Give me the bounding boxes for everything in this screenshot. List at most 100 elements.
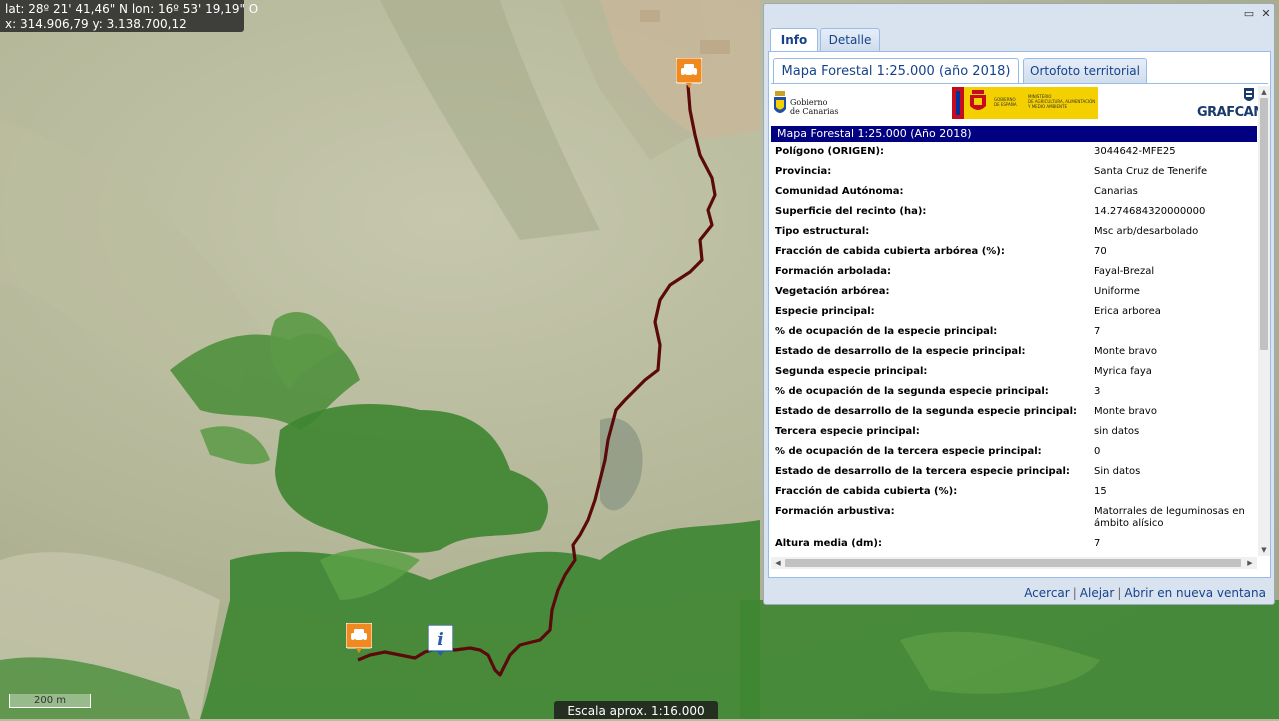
open-new-window-link[interactable]: Abrir en nueva ventana (1124, 586, 1266, 600)
layer-tab-strip (771, 83, 1268, 84)
row-value: Monte bravo (1094, 346, 1157, 357)
row-label: % de ocupación de la segunda especie pri… (775, 386, 1049, 397)
table-row: Tipo estructural: Msc arb/desarbolado (771, 222, 1257, 242)
canarias-shield-icon (774, 91, 786, 113)
row-value: 3044642-MFE25 (1094, 146, 1176, 157)
row-value: 14.274684320000000 (1094, 206, 1206, 217)
svg-text:i: i (437, 630, 443, 650)
table-row: Segunda especie principal: Myrica faya (771, 362, 1257, 382)
row-label: Estado de desarrollo de la segunda espec… (775, 406, 1078, 417)
row-value: sin datos (1094, 426, 1140, 437)
row-label: Comunidad Autónoma: (775, 186, 904, 197)
row-value: 3 (1094, 386, 1101, 397)
tab-info[interactable]: Info (770, 28, 818, 53)
horizontal-scrollbar[interactable]: ◀ ▶ (771, 557, 1257, 569)
table-row: Especie principal: Erica arborea (771, 302, 1257, 322)
hscroll-thumb[interactable] (785, 559, 1241, 567)
parking-marker-top[interactable] (675, 57, 703, 88)
gobierno-line1: Gobierno (790, 98, 828, 107)
eu-stripe (956, 91, 960, 115)
row-label: Formación arbustiva: (775, 506, 895, 517)
info-icon: i (427, 624, 454, 656)
row-value: 7 (1094, 326, 1101, 337)
coordinate-readout: lat: 28º 21' 41,46" N lon: 16º 53' 19,19… (0, 0, 258, 32)
ministry-line5: Y MEDIO AMBIENTE (1028, 104, 1067, 109)
table-row: % de ocupación de la tercera especie pri… (771, 442, 1257, 462)
row-label: Provincia: (775, 166, 832, 177)
row-value: Santa Cruz de Tenerife (1094, 166, 1208, 177)
table-title: Mapa Forestal 1:25.000 (Año 2018) (771, 126, 1257, 142)
gobierno-canarias-logo: Gobierno de Canarias (773, 89, 843, 119)
row-label: Formación arbolada: (775, 266, 892, 277)
row-label: Estado de desarrollo de la tercera espec… (775, 466, 1070, 477)
table-row: Comunidad Autónoma: Canarias (771, 182, 1257, 202)
row-label: Especie principal: (775, 306, 875, 317)
table-row: Superficie del recinto (ha): 14.274684320… (771, 202, 1257, 222)
scroll-left-icon[interactable]: ◀ (772, 559, 784, 567)
scale-bar: 200 m (9, 694, 91, 708)
spain-shield-icon (970, 90, 986, 110)
tab-mapa-forestal[interactable]: Mapa Forestal 1:25.000 (año 2018) (773, 58, 1019, 84)
row-value: Myrica faya (1094, 366, 1152, 377)
zoom-out-link[interactable]: Alejar (1080, 586, 1115, 600)
maximize-icon[interactable]: ▭ (1243, 8, 1255, 20)
row-label: % de ocupación de la tercera especie pri… (775, 446, 1042, 457)
table-row: Polígono (ORIGEN): 3044642-MFE25 (771, 142, 1257, 162)
car-icon (675, 57, 703, 88)
grafcan-text: GRAFCAN (1197, 105, 1264, 120)
row-value: 70 (1094, 246, 1107, 257)
row-value: Uniforme (1094, 286, 1140, 297)
row-value: 7 (1094, 538, 1101, 549)
ministerio-logo: GOBIERNO DE ESPAÑA MINISTERIO DE AGRICUL… (952, 87, 1098, 119)
zoom-in-link[interactable]: Acercar (1024, 586, 1070, 600)
info-content: Mapa Forestal 1:25.000 (año 2018) Ortofo… (768, 52, 1271, 578)
ministry-line2: DE ESPAÑA (994, 102, 1017, 107)
table-row: Altura media (dm): 7 (771, 534, 1257, 554)
scroll-right-icon[interactable]: ▶ (1244, 559, 1256, 567)
row-label: Segunda especie principal: (775, 366, 928, 377)
scroll-up-icon[interactable]: ▲ (1258, 88, 1270, 96)
table-row: Provincia: Santa Cruz de Tenerife (771, 162, 1257, 182)
row-label: Polígono (ORIGEN): (775, 146, 885, 157)
scale-text: Escala aprox. 1:16.000 (554, 701, 718, 719)
row-value: Canarias (1094, 186, 1138, 197)
separator: | (1072, 586, 1077, 600)
logos-bar: Gobierno de Canarias GOBIERNO DE ESPAÑA … (771, 86, 1264, 124)
row-value: Erica arborea (1094, 306, 1161, 317)
grafcan-mark-icon (1244, 88, 1254, 101)
parking-marker-bottom[interactable] (345, 622, 373, 653)
row-label: Fracción de cabida cubierta arbórea (%): (775, 246, 1005, 257)
info-panel: ▭ ✕ Info Detalle Mapa Forestal 1:25.000 … (763, 3, 1275, 605)
tab-ortofoto[interactable]: Ortofoto territorial (1023, 58, 1147, 84)
table-row: Formación arbolada: Fayal-Brezal (771, 262, 1257, 282)
table-row: Estado de desarrollo de la tercera espec… (771, 462, 1257, 482)
row-label: Vegetación arbórea: (775, 286, 890, 297)
table-row: Formación arbustiva: Matorrales de legumi… (771, 502, 1257, 534)
table-row: Vegetación arbórea: Uniforme (771, 282, 1257, 302)
table-row: Tercera especie principal: sin datos (771, 422, 1257, 442)
table-row: Fracción de cabida cubierta (%): 15 (771, 482, 1257, 502)
row-value: Fayal-Brezal (1094, 266, 1155, 277)
panel-header: ▭ ✕ (764, 4, 1274, 24)
row-label: Fracción de cabida cubierta (%): (775, 486, 958, 497)
gobierno-line2: de Canarias (790, 107, 839, 116)
car-icon (345, 622, 373, 653)
row-label: % de ocupación de la especie principal: (775, 326, 998, 337)
separator: | (1117, 586, 1122, 600)
row-label: Altura media (dm): (775, 538, 882, 549)
row-value: Matorrales de leguminosas en ámbito alís… (1094, 506, 1245, 529)
grafcan-logo: GRAFCAN (1197, 88, 1264, 122)
row-value: Sin datos (1094, 466, 1141, 477)
tab-detalle[interactable]: Detalle (820, 28, 880, 52)
row-label: Tercera especie principal: (775, 426, 920, 437)
row-value: Msc arb/desarbolado (1094, 226, 1199, 237)
info-marker[interactable]: i (427, 624, 454, 657)
close-icon[interactable]: ✕ (1260, 8, 1272, 20)
attribute-table: Mapa Forestal 1:25.000 (Año 2018) Polígo… (771, 126, 1257, 554)
scroll-thumb[interactable] (1260, 98, 1268, 350)
row-label: Estado de desarrollo de la especie princ… (775, 346, 1026, 357)
table-row: Fracción de cabida cubierta arbórea (%):… (771, 242, 1257, 262)
xy-text: x: 314.906,79 y: 3.138.700,12 (5, 17, 187, 31)
scroll-down-icon[interactable]: ▼ (1258, 546, 1270, 554)
vertical-scrollbar[interactable]: ▲ ▼ (1258, 86, 1270, 556)
